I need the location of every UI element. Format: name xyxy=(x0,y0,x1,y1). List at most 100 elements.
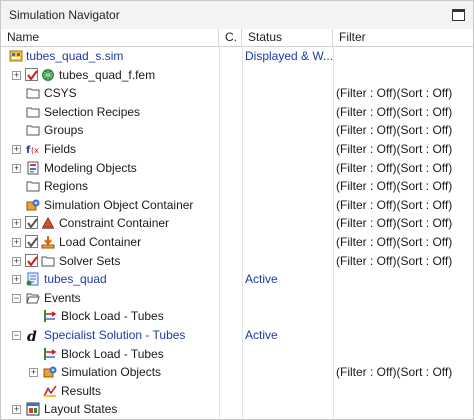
expand-icon[interactable]: + xyxy=(12,219,21,229)
checkbox-checked-icon[interactable] xyxy=(25,67,38,81)
expand-icon[interactable]: + xyxy=(12,256,21,266)
tree-row-label: Modeling Objects xyxy=(44,160,137,175)
tree-row-events[interactable]: − Events xyxy=(1,289,473,308)
tree-row-results[interactable]: Results xyxy=(1,382,473,401)
collapse-icon[interactable]: − xyxy=(12,331,21,340)
row-filter: (Filter : Off)(Sort : Off) xyxy=(336,253,453,268)
maximize-icon[interactable] xyxy=(452,9,465,21)
expand-icon[interactable]: + xyxy=(12,405,21,415)
folder-icon xyxy=(26,105,40,119)
row-filter: (Filter : Off)(Sort : Off) xyxy=(336,365,453,380)
tree-row-label: Results xyxy=(61,383,102,398)
tree-row-modeling-objects[interactable]: + Modeling Objects (Filter : Off)(Sort :… xyxy=(1,159,473,178)
row-status xyxy=(242,214,332,233)
simulation-object-container-icon xyxy=(43,365,57,379)
simulation-navigator-panel: Simulation Navigator Name C. Status Filt… xyxy=(0,0,474,420)
expand-icon[interactable]: + xyxy=(12,275,21,285)
tree-row-label: Groups xyxy=(44,123,84,138)
tree-row-label: Selection Recipes xyxy=(44,104,141,119)
sim-file-icon xyxy=(9,49,23,63)
tree-row-label: Load Container xyxy=(59,235,142,249)
row-filter xyxy=(333,289,473,308)
tree-row-label: tubes_quad xyxy=(44,272,107,287)
row-filter: (Filter : Off)(Sort : Off) xyxy=(336,235,453,249)
tree-row-label: Specialist Solution - Tubes xyxy=(44,328,186,342)
block-load-icon xyxy=(43,347,57,361)
tree-row-fields[interactable]: + f(x) Fields (Filter : Off)(Sort : Off) xyxy=(1,140,473,159)
specialist-solution-icon: d xyxy=(26,328,40,345)
column-header-name[interactable]: Name xyxy=(1,29,219,47)
tree-row-tubes-quad[interactable]: + tubes_quad Active xyxy=(1,270,473,289)
row-status xyxy=(242,363,332,382)
tree-row-layout-states[interactable]: + Layout States xyxy=(1,400,473,419)
tree-row-regions[interactable]: Regions (Filter : Off)(Sort : Off) xyxy=(1,177,473,196)
row-filter xyxy=(333,345,473,364)
row-filter xyxy=(333,382,473,401)
folder-icon xyxy=(26,179,40,193)
column-header-status[interactable]: Status xyxy=(242,29,333,47)
column-header-c[interactable]: C. xyxy=(219,29,242,47)
row-status xyxy=(242,307,332,326)
row-status xyxy=(242,289,332,308)
checkbox-checked-icon[interactable] xyxy=(25,216,38,230)
row-status xyxy=(242,400,332,419)
load-icon xyxy=(41,235,55,249)
panel-titlebar: Simulation Navigator xyxy=(1,1,473,29)
tree-row-specialist-solution[interactable]: − d Specialist Solution - Tubes Active xyxy=(1,326,473,345)
tree-row-simulation-objects[interactable]: + Simulation Objects (Filter : Off)(Sort… xyxy=(1,363,473,382)
svg-text:(x): (x) xyxy=(31,146,40,155)
collapse-icon[interactable]: − xyxy=(12,293,21,303)
row-status: Displayed & W... xyxy=(245,49,332,63)
column-header: Name C. Status Filter xyxy=(1,29,473,47)
row-status xyxy=(242,345,332,364)
row-filter xyxy=(333,47,473,66)
tree-row-sim[interactable]: tubes_quad_s.sim Displayed & W... xyxy=(1,47,473,66)
tree-row-label: Constraint Container xyxy=(59,216,170,231)
tree-row-label: Block Load - Tubes xyxy=(61,309,164,324)
row-filter xyxy=(333,326,473,345)
tree-row-fem[interactable]: + tubes_quad_f.fem xyxy=(1,66,473,85)
expand-icon[interactable]: + xyxy=(12,70,21,80)
column-header-filter[interactable]: Filter xyxy=(333,29,473,47)
expand-icon[interactable]: + xyxy=(29,368,38,378)
tree-row-label: tubes_quad_f.fem xyxy=(59,67,156,82)
fields-icon: f(x) xyxy=(26,142,42,156)
expand-icon[interactable]: + xyxy=(12,163,21,173)
tree-row-label: Fields xyxy=(44,142,77,156)
row-status xyxy=(242,66,332,85)
expand-icon[interactable]: + xyxy=(12,145,21,154)
row-status: Active xyxy=(245,272,278,287)
tree-row-groups[interactable]: Groups (Filter : Off)(Sort : Off) xyxy=(1,121,473,140)
expand-icon[interactable]: + xyxy=(12,238,21,247)
row-filter: (Filter : Off)(Sort : Off) xyxy=(336,197,453,212)
row-status xyxy=(242,233,332,252)
results-icon xyxy=(43,384,57,398)
svg-text:d: d xyxy=(27,329,37,342)
row-status xyxy=(242,121,332,140)
tree-row-simulation-object-container[interactable]: Simulation Object Container (Filter : Of… xyxy=(1,196,473,215)
row-filter xyxy=(333,270,473,289)
tree-row-label: CSYS xyxy=(44,86,77,101)
layout-states-icon xyxy=(26,402,40,416)
tree-row-csys[interactable]: CSYS (Filter : Off)(Sort : Off) xyxy=(1,84,473,103)
tree-row-load-container[interactable]: + Load Container (Filter : Off)(Sort : O… xyxy=(1,233,473,252)
tree-row-block-load[interactable]: Block Load - Tubes xyxy=(1,307,473,326)
row-status xyxy=(242,84,332,103)
tree-row-solver-sets[interactable]: + Solver Sets (Filter : Off)(Sort : Off) xyxy=(1,252,473,271)
tree-row-label: Simulation Objects xyxy=(61,365,162,380)
tree-row-constraint-container[interactable]: + Constraint Container (Filter : Off)(So… xyxy=(1,214,473,233)
checkbox-checked-icon[interactable] xyxy=(25,235,38,248)
folder-icon xyxy=(26,123,40,137)
tree-row-selection-recipes[interactable]: Selection Recipes (Filter : Off)(Sort : … xyxy=(1,103,473,122)
block-load-icon xyxy=(43,309,57,323)
folder-icon xyxy=(26,86,40,100)
row-filter: (Filter : Off)(Sort : Off) xyxy=(336,160,453,175)
checkbox-checked-icon[interactable] xyxy=(25,253,38,267)
row-filter xyxy=(333,400,473,419)
constraint-icon xyxy=(41,216,55,230)
row-filter xyxy=(333,307,473,326)
row-status xyxy=(242,103,332,122)
tree-row-block-load-2[interactable]: Block Load - Tubes xyxy=(1,345,473,364)
tree-row-label: Simulation Object Container xyxy=(44,197,194,212)
row-status xyxy=(242,252,332,271)
